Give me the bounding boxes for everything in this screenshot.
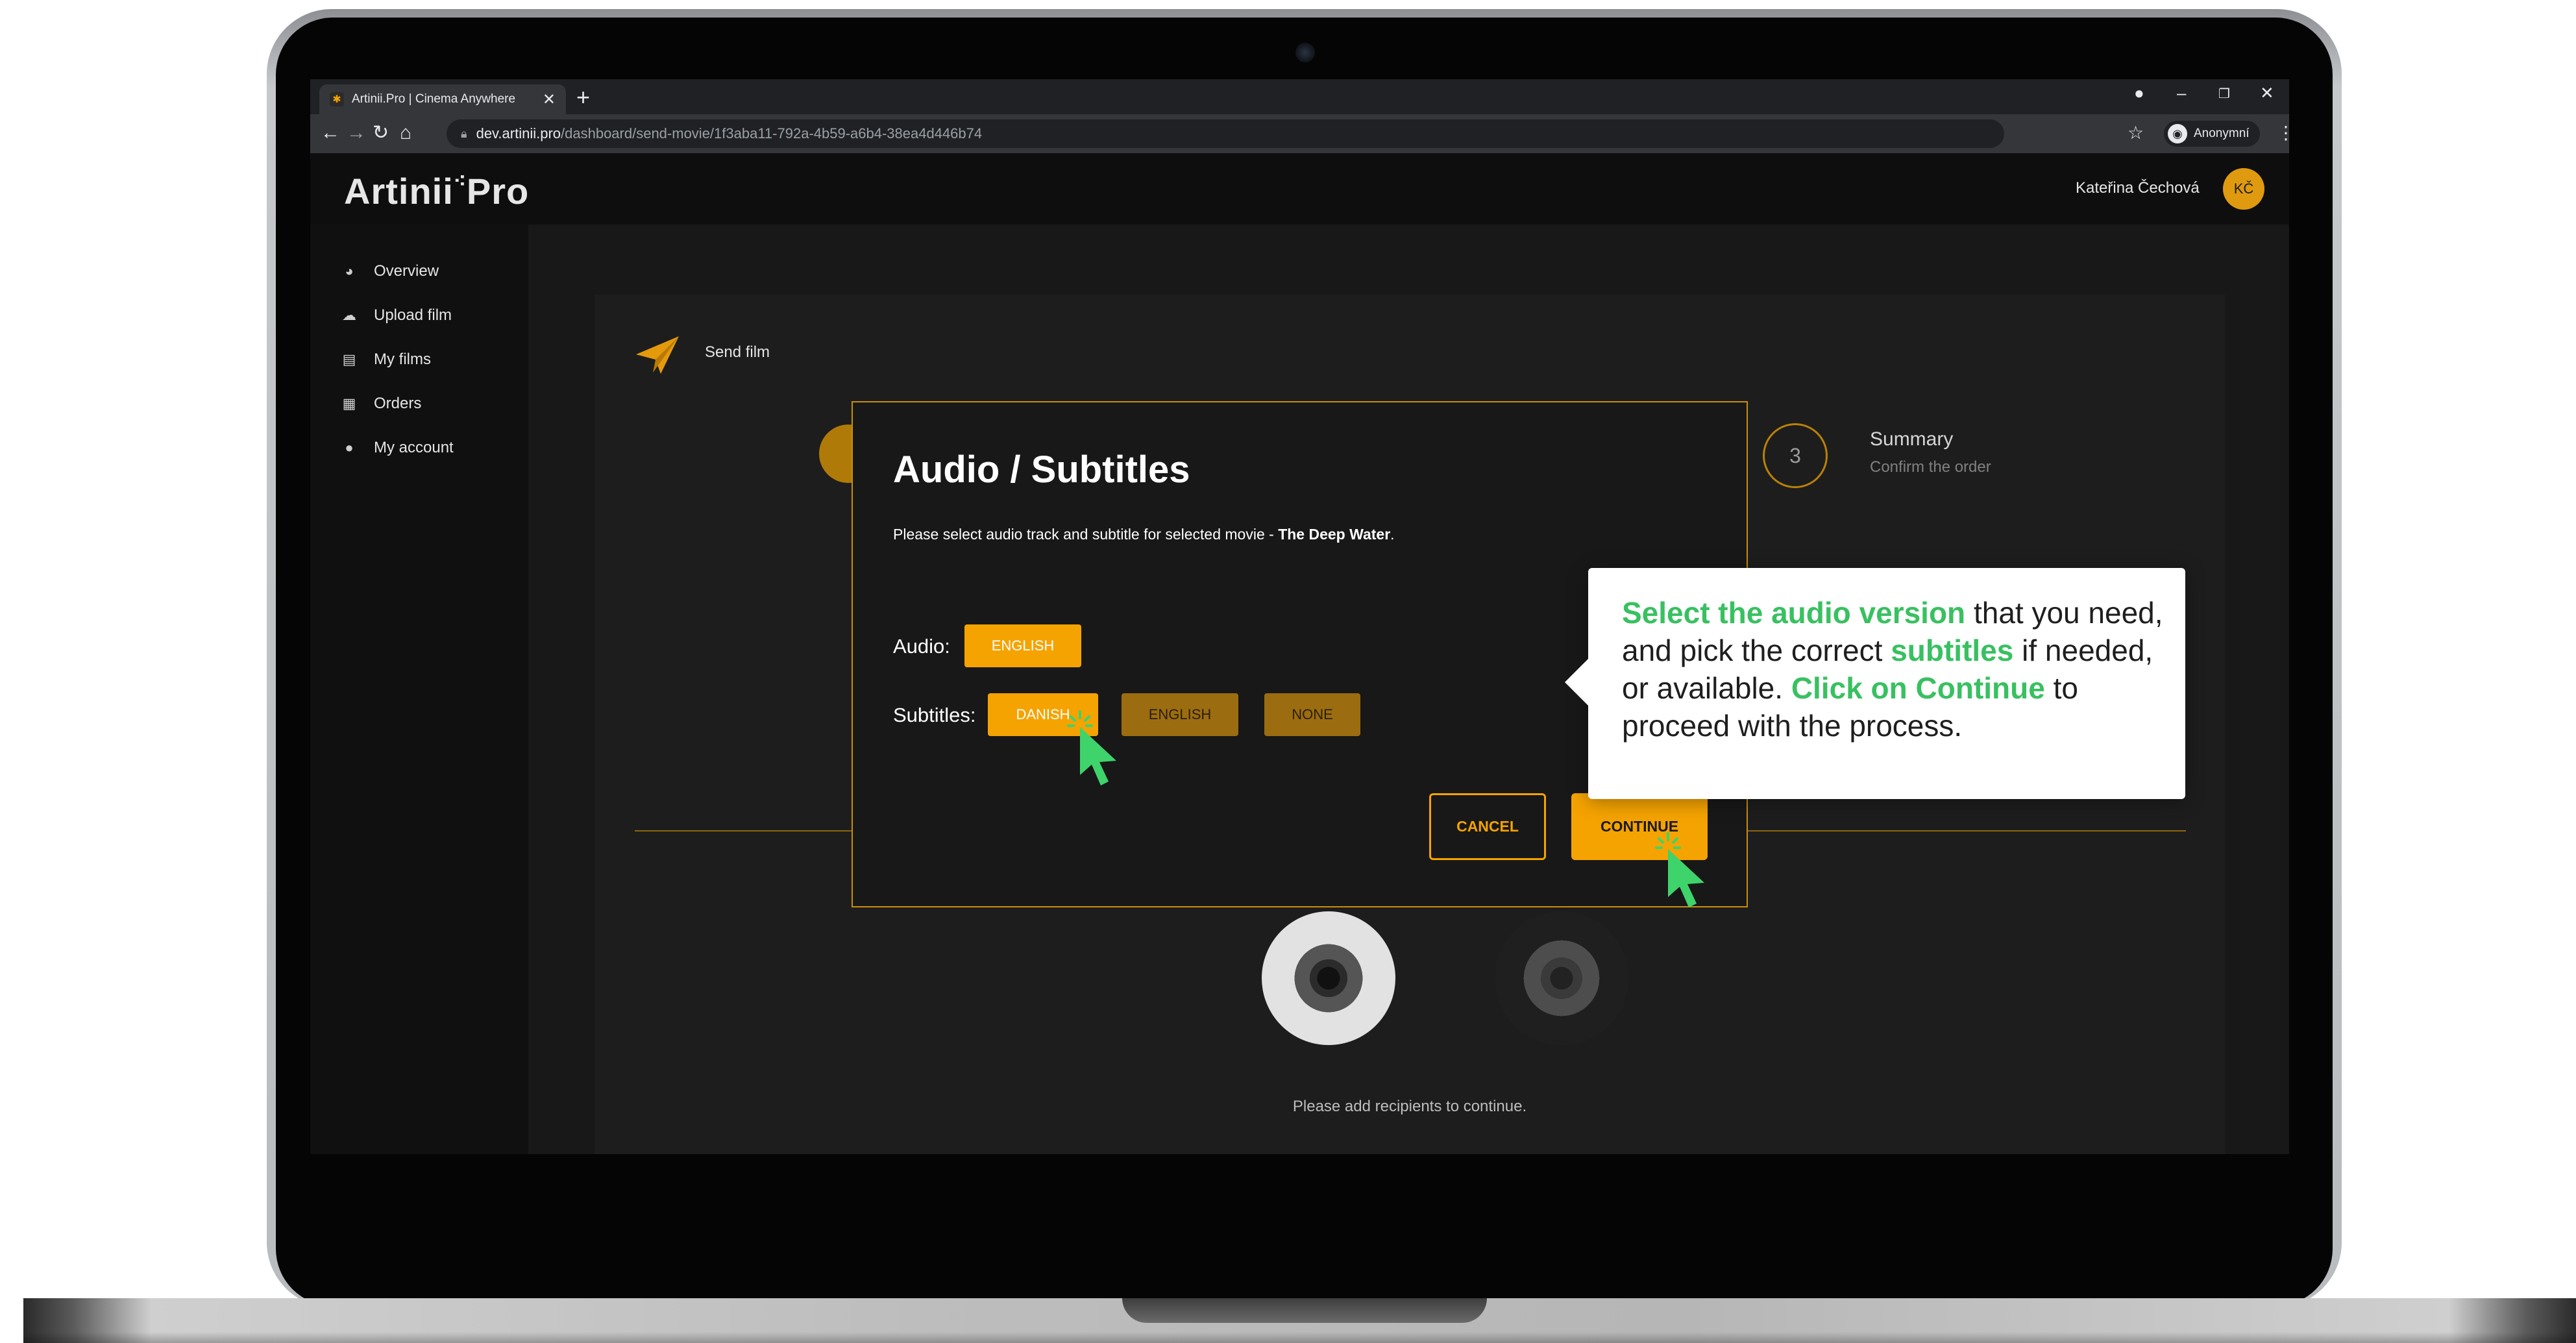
logo-text: Artinii [344, 171, 454, 212]
browser-tab[interactable]: ✱ Artinii.Pro | Cinema Anywhere ✕ [319, 84, 566, 114]
sidebar-item-my-account[interactable]: ● My account [341, 439, 454, 457]
subtitles-label: Subtitles: [893, 704, 976, 726]
sidebar-item-label: Orders [374, 395, 422, 412]
sidebar-item-my-films[interactable]: ▤ My films [341, 351, 431, 369]
sidebar-item-label: My films [374, 351, 431, 368]
incognito-profile-button[interactable]: ◉ Anonymní [2164, 121, 2260, 147]
home-icon[interactable]: ⌂ [400, 122, 411, 144]
sidebar-item-overview[interactable]: ◕ Overview [341, 262, 439, 280]
forward-icon[interactable]: → [347, 122, 366, 144]
webcam [1295, 43, 1315, 62]
callout-highlight: Click on Continue [1791, 671, 2045, 705]
film-reel-right-icon [1495, 911, 1628, 1045]
modal-title: Audio / Subtitles [893, 449, 1190, 491]
callout-text: Select the audio version that you need, … [1622, 594, 2174, 745]
sidebar-item-upload-film[interactable]: ☁ Upload film [341, 306, 452, 325]
sidebar-item-orders[interactable]: ▦ Orders [341, 395, 422, 413]
app-header: Artinii⁖Pro Kateřina Čechová KČ [310, 153, 2289, 225]
description-end: . [1390, 526, 1395, 543]
avatar[interactable]: KČ [2223, 168, 2264, 210]
movie-title: The Deep Water [1278, 526, 1391, 543]
tab-title: Artinii.Pro | Cinema Anywhere [352, 92, 516, 106]
tab-close-icon[interactable]: ✕ [543, 90, 556, 109]
paper-plane-icon [636, 336, 679, 374]
laptop-notch [1122, 1298, 1487, 1323]
sidebar-item-label: Upload film [374, 306, 452, 324]
close-window-icon[interactable]: ✕ [2260, 83, 2274, 103]
address-bar[interactable]: 🔒︎ dev.artinii.pro/dashboard/send-movie/… [447, 119, 2004, 148]
sidebar: ◕ Overview ☁ Upload film ▤ My films ▦ Or… [310, 225, 528, 1154]
logo-suffix: Pro [466, 171, 530, 212]
site-favicon-icon: ✱ [330, 92, 344, 106]
browser-tab-strip: ✱ Artinii.Pro | Cinema Anywhere ✕ + ● – … [310, 79, 2289, 114]
url-path: /dashboard/send-movie/1f3aba11-792a-4b59… [561, 125, 983, 142]
logo-dots-icon: ⁖ [453, 171, 467, 191]
step-3-subtitle: Confirm the order [1870, 458, 1991, 476]
recipients-hint: Please add recipients to continue. [1292, 1098, 1527, 1115]
dashboard-icon: ◕ [345, 263, 354, 279]
description-text: Please select audio track and subtitle f… [893, 526, 1279, 543]
minimize-icon[interactable]: – [2177, 83, 2186, 103]
back-icon[interactable]: ← [321, 122, 340, 144]
sidebar-item-label: Overview [374, 262, 439, 280]
audio-option-english[interactable]: ENGLISH [964, 624, 1081, 667]
callout-highlight: Select the audio version [1622, 596, 1966, 630]
browser-menu-icon[interactable]: ⋮ [2277, 122, 2289, 143]
lock-icon: 🔒︎ [461, 127, 467, 140]
restore-icon[interactable]: ❐ [2218, 86, 2230, 102]
bookmark-star-icon[interactable]: ☆ [2128, 122, 2144, 143]
step-3-indicator: 3 [1763, 423, 1828, 488]
click-pointer-icon [1655, 832, 1704, 907]
laptop-base-shadow [23, 1332, 2576, 1343]
url-host: dev.artinii.pro [476, 125, 561, 142]
subtitle-option-english[interactable]: ENGLISH [1122, 693, 1238, 736]
modal-description: Please select audio track and subtitle f… [893, 526, 1395, 543]
callout-highlight: subtitles [1891, 634, 2014, 667]
cloud-upload-icon: ☁ [342, 307, 356, 323]
instruction-callout: Select the audio version that you need, … [1565, 568, 2185, 799]
film-reel-left-icon [1262, 911, 1395, 1045]
document-icon: ▦ [342, 395, 356, 412]
artinii-logo[interactable]: Artinii⁖Pro [344, 170, 529, 212]
new-tab-button[interactable]: + [576, 84, 590, 110]
click-pointer-icon [1067, 710, 1116, 785]
cancel-button[interactable]: CANCEL [1429, 793, 1546, 860]
user-name[interactable]: Kateřina Čechová [2076, 179, 2200, 197]
user-icon: ● [345, 439, 354, 456]
step-3-title: Summary [1870, 428, 1954, 450]
reload-icon[interactable]: ↻ [373, 122, 389, 144]
incognito-icon: ◉ [2168, 124, 2187, 143]
sidebar-item-label: My account [374, 439, 454, 456]
audio-label: Audio: [893, 635, 950, 658]
subtitle-option-none[interactable]: NONE [1264, 693, 1360, 736]
film-icon: ▤ [342, 351, 356, 367]
browser-toolbar: ← → ↻ ⌂ 🔒︎ dev.artinii.pro/dashboard/sen… [310, 114, 2289, 153]
tab-search-icon[interactable]: ● [2134, 83, 2144, 103]
profile-label: Anonymní [2194, 127, 2250, 140]
page-title: Send film [705, 343, 770, 361]
